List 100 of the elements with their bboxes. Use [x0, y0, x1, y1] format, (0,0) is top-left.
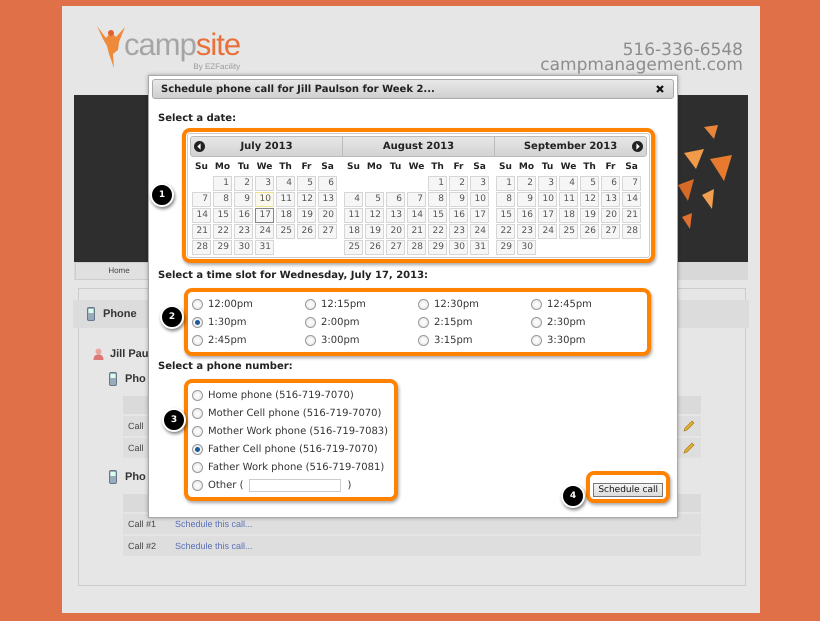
- day-cell[interactable]: 28: [192, 240, 211, 255]
- input-field[interactable]: [249, 478, 342, 492]
- radio-button[interactable]: [305, 334, 316, 346]
- day-cell[interactable]: 18: [344, 224, 363, 239]
- day-cell[interactable]: 31: [470, 240, 489, 255]
- day-cell[interactable]: 14: [192, 208, 211, 223]
- day-cell[interactable]: 4: [276, 176, 295, 191]
- day-cell[interactable]: 7: [407, 192, 426, 207]
- day-cell[interactable]: 5: [580, 176, 599, 191]
- radio-button[interactable]: [192, 408, 203, 418]
- day-cell[interactable]: 17: [255, 208, 274, 223]
- day-cell[interactable]: 13: [386, 208, 405, 223]
- day-cell[interactable]: 17: [538, 208, 557, 223]
- day-cell[interactable]: 7: [192, 192, 211, 207]
- day-cell[interactable]: 27: [601, 224, 620, 239]
- day-cell[interactable]: 23: [234, 224, 253, 239]
- day-cell[interactable]: 4: [559, 176, 578, 191]
- radio-button[interactable]: [305, 298, 316, 310]
- day-cell[interactable]: 28: [407, 240, 426, 255]
- day-cell[interactable]: 13: [601, 192, 620, 207]
- radio-button[interactable]: [192, 480, 203, 490]
- day-cell[interactable]: 11: [559, 192, 578, 207]
- day-cell[interactable]: 24: [255, 224, 274, 239]
- day-cell[interactable]: 16: [449, 208, 468, 223]
- day-cell[interactable]: 12: [297, 192, 316, 207]
- day-cell[interactable]: 29: [428, 240, 447, 255]
- day-cell[interactable]: 6: [386, 192, 405, 207]
- day-cell[interactable]: 10: [255, 192, 274, 207]
- day-cell[interactable]: 18: [559, 208, 578, 223]
- day-cell[interactable]: 11: [344, 208, 363, 223]
- day-cell[interactable]: 2: [234, 176, 253, 191]
- day-cell[interactable]: 25: [276, 224, 295, 239]
- radio-button[interactable]: [192, 462, 203, 472]
- day-cell[interactable]: 19: [580, 208, 599, 223]
- day-cell[interactable]: 23: [517, 224, 536, 239]
- day-cell[interactable]: 15: [496, 208, 515, 223]
- schedule-link[interactable]: Schedule this call...: [175, 541, 253, 551]
- day-cell[interactable]: 10: [538, 192, 557, 207]
- day-cell[interactable]: 27: [386, 240, 405, 255]
- day-cell[interactable]: 4: [344, 192, 363, 207]
- day-cell[interactable]: 8: [213, 192, 232, 207]
- day-cell[interactable]: 26: [365, 240, 384, 255]
- day-cell[interactable]: 12: [580, 192, 599, 207]
- schedule-call-button[interactable]: Schedule call: [593, 483, 663, 497]
- day-cell[interactable]: 3: [255, 176, 274, 191]
- day-cell[interactable]: 22: [213, 224, 232, 239]
- day-cell[interactable]: 1: [428, 176, 447, 191]
- day-cell[interactable]: 9: [449, 192, 468, 207]
- day-cell[interactable]: 26: [297, 224, 316, 239]
- day-cell[interactable]: 6: [318, 176, 337, 191]
- radio-button[interactable]: [192, 316, 203, 328]
- day-cell[interactable]: 1: [496, 176, 515, 191]
- close-button[interactable]: [655, 84, 665, 94]
- day-cell[interactable]: 1: [213, 176, 232, 191]
- radio-button[interactable]: [418, 316, 429, 328]
- radio-button[interactable]: [192, 334, 203, 346]
- day-cell[interactable]: 9: [234, 192, 253, 207]
- day-cell[interactable]: 16: [234, 208, 253, 223]
- day-cell[interactable]: 2: [517, 176, 536, 191]
- day-cell[interactable]: 19: [365, 224, 384, 239]
- radio-button[interactable]: [192, 426, 203, 436]
- day-cell[interactable]: 27: [318, 224, 337, 239]
- day-cell[interactable]: 7: [622, 176, 641, 191]
- day-cell[interactable]: 14: [407, 208, 426, 223]
- day-cell[interactable]: 21: [622, 208, 641, 223]
- day-cell[interactable]: 11: [276, 192, 295, 207]
- day-cell[interactable]: 2: [449, 176, 468, 191]
- day-cell[interactable]: 8: [496, 192, 515, 207]
- day-cell[interactable]: 25: [559, 224, 578, 239]
- day-cell[interactable]: 24: [538, 224, 557, 239]
- radio-button[interactable]: [192, 390, 203, 400]
- day-cell[interactable]: 5: [365, 192, 384, 207]
- day-cell[interactable]: 15: [213, 208, 232, 223]
- day-cell[interactable]: 21: [192, 224, 211, 239]
- day-cell[interactable]: 20: [601, 208, 620, 223]
- day-cell[interactable]: 20: [386, 224, 405, 239]
- day-cell[interactable]: 30: [234, 240, 253, 255]
- day-cell[interactable]: 29: [213, 240, 232, 255]
- day-cell[interactable]: 21: [407, 224, 426, 239]
- day-cell[interactable]: 15: [428, 208, 447, 223]
- day-cell[interactable]: 16: [517, 208, 536, 223]
- day-cell[interactable]: 22: [428, 224, 447, 239]
- radio-button[interactable]: [418, 298, 429, 310]
- day-cell[interactable]: 19: [297, 208, 316, 223]
- day-cell[interactable]: 22: [496, 224, 515, 239]
- day-cell[interactable]: 20: [318, 208, 337, 223]
- day-cell[interactable]: 5: [297, 176, 316, 191]
- radio-button[interactable]: [531, 334, 542, 346]
- radio-button[interactable]: [531, 316, 542, 328]
- day-cell[interactable]: 26: [580, 224, 599, 239]
- radio-button[interactable]: [192, 444, 203, 454]
- day-cell[interactable]: 30: [449, 240, 468, 255]
- day-cell[interactable]: 31: [255, 240, 274, 255]
- day-cell[interactable]: 18: [276, 208, 295, 223]
- day-cell[interactable]: 30: [517, 240, 536, 255]
- schedule-link[interactable]: Schedule this call...: [175, 519, 253, 529]
- day-cell[interactable]: 3: [538, 176, 557, 191]
- day-cell[interactable]: 25: [344, 240, 363, 255]
- day-cell[interactable]: 24: [470, 224, 489, 239]
- day-cell[interactable]: 6: [601, 176, 620, 191]
